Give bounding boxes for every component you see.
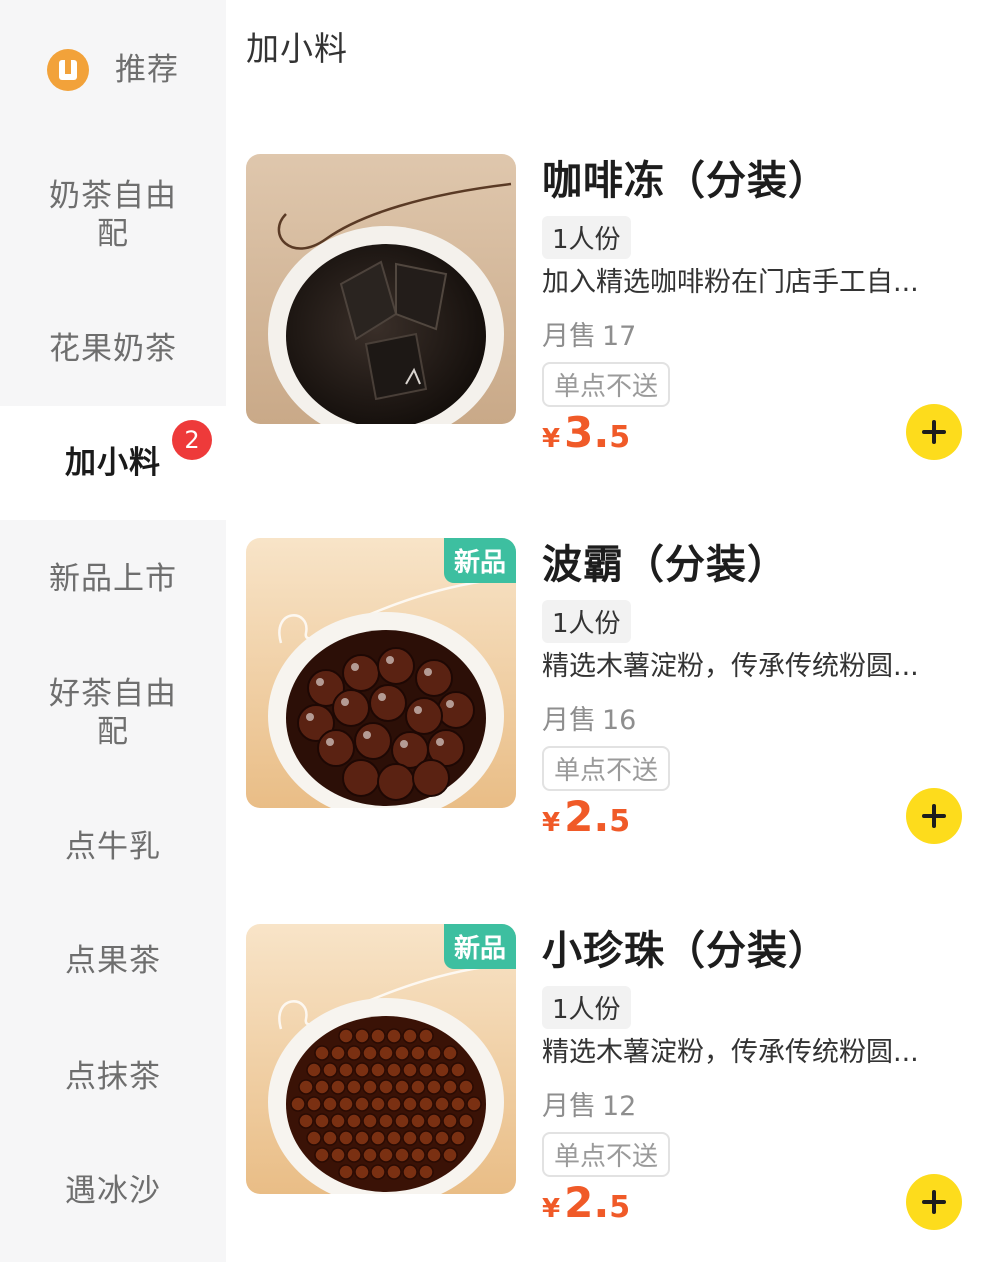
product-name: 波霸（分装）: [542, 542, 788, 588]
monthly-sales: 月售 17: [542, 321, 637, 352]
product-name: 小珍珠（分装）: [542, 928, 829, 974]
recommend-icon: [47, 49, 89, 91]
product-card[interactable]: 新品 波霸（分装） 1人份 精选木薯淀粉，传承传统粉圆... 月售 16 单点不送…: [246, 538, 986, 844]
portion-tag: 1人份: [542, 986, 631, 1029]
sidebar-item-tea-diy[interactable]: 好茶自由配: [0, 670, 226, 756]
no-solo-delivery-tag: 单点不送: [542, 1132, 671, 1177]
sidebar-item-label: 加小料: [65, 445, 161, 481]
plus-icon: [922, 1190, 946, 1214]
sidebar-item-label: 推荐: [115, 52, 179, 88]
product-description: 精选木薯淀粉，传承传统粉圆...: [542, 651, 919, 682]
sidebar-item-matcha[interactable]: 点抹茶: [0, 1054, 226, 1100]
sidebar-item-label: 奶茶自由配: [49, 178, 177, 252]
add-to-cart-button[interactable]: [906, 788, 962, 844]
sidebar-item-fruit-tea[interactable]: 点果茶: [0, 938, 226, 984]
sidebar-item-fruit-milk-tea[interactable]: 花果奶茶: [0, 326, 226, 372]
product-description: 精选木薯淀粉，传承传统粉圆...: [542, 1037, 919, 1068]
portion-tag: 1人份: [542, 600, 631, 643]
new-product-tag: 新品: [443, 538, 516, 583]
plus-icon: [922, 804, 946, 828]
product-image-coffee-jelly[interactable]: [246, 154, 516, 424]
sidebar-item-label: 点果茶: [65, 943, 161, 979]
monthly-sales: 月售 12: [542, 1091, 637, 1122]
category-sidebar: 推荐 奶茶自由配 花果奶茶 加小料 2 新品上市 好茶自由配 点牛乳 点果茶 点…: [0, 0, 226, 1262]
product-image-small-pearls[interactable]: 新品: [246, 924, 516, 1194]
product-card[interactable]: 咖啡冻（分装） 1人份 加入精选咖啡粉在门店手工自... 月售 17 单点不送 ¥…: [246, 154, 986, 460]
product-name: 咖啡冻（分装）: [542, 158, 829, 204]
add-to-cart-button[interactable]: [906, 1174, 962, 1230]
sidebar-item-recommend[interactable]: 推荐: [0, 40, 226, 100]
sidebar-item-label: 新品上市: [49, 561, 177, 597]
plus-icon: [922, 420, 946, 444]
portion-tag: 1人份: [542, 216, 631, 259]
sidebar-item-label: 遇冰沙: [65, 1173, 161, 1209]
no-solo-delivery-tag: 单点不送: [542, 362, 671, 407]
product-price: ¥2.5: [542, 792, 631, 841]
product-price: ¥3.5: [542, 408, 631, 457]
category-title: 加小料: [246, 29, 348, 68]
new-product-tag: 新品: [443, 924, 516, 969]
sidebar-item-smoothie[interactable]: 遇冰沙: [0, 1168, 226, 1214]
sidebar-item-milk-tea-diy[interactable]: 奶茶自由配: [0, 172, 226, 258]
sidebar-item-label: 花果奶茶: [49, 331, 177, 367]
sidebar-item-label: 点抹茶: [65, 1059, 161, 1095]
product-image-boba[interactable]: 新品: [246, 538, 516, 808]
sidebar-item-label: 好茶自由配: [49, 676, 177, 750]
sidebar-item-label: 点牛乳: [65, 829, 161, 865]
sidebar-item-new-products[interactable]: 新品上市: [0, 556, 226, 602]
product-list: 加小料 咖啡冻（分装） 1人份 加入精选咖啡粉在门店手工自... 月售 17 单…: [226, 0, 1000, 1262]
monthly-sales: 月售 16: [542, 705, 637, 736]
product-price: ¥2.5: [542, 1178, 631, 1227]
cart-count-badge: 2: [172, 420, 212, 460]
no-solo-delivery-tag: 单点不送: [542, 746, 671, 791]
product-card[interactable]: 新品 小珍珠（分装） 1人份 精选木薯淀粉，传承传统粉圆... 月售 12 单点不…: [246, 924, 986, 1230]
sidebar-item-milk[interactable]: 点牛乳: [0, 824, 226, 870]
add-to-cart-button[interactable]: [906, 404, 962, 460]
product-description: 加入精选咖啡粉在门店手工自...: [542, 267, 919, 298]
